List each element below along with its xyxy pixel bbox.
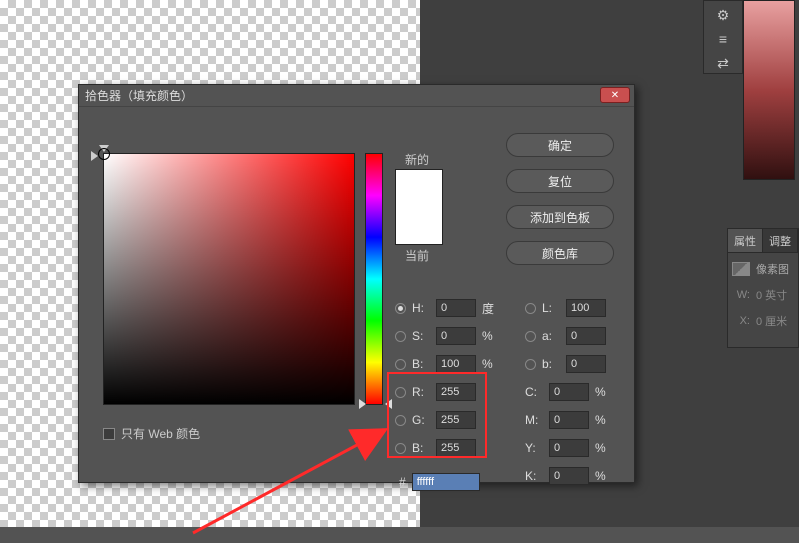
dock-icon-strip: ⚙ ≡ ⇄	[703, 0, 743, 74]
unit-h: 度	[482, 300, 498, 317]
saturation-value-field[interactable]	[103, 153, 355, 405]
swatch-new-color	[396, 170, 442, 207]
label-g: G:	[412, 413, 430, 427]
label-m: M:	[525, 413, 543, 427]
dialog-button-column: 确定 复位 添加到色板 颜色库	[506, 133, 614, 265]
label-b-lab: b:	[542, 357, 560, 371]
input-b-lab[interactable]	[566, 355, 606, 373]
ok-button[interactable]: 确定	[506, 133, 614, 157]
swatch-current-label: 当前	[405, 247, 429, 264]
hue-strip[interactable]	[365, 153, 383, 405]
radio-b-rgb[interactable]	[395, 443, 406, 454]
radio-g[interactable]	[395, 415, 406, 426]
properties-panel-tabs: 属性 调整	[727, 228, 799, 254]
input-a[interactable]	[566, 327, 606, 345]
radio-r[interactable]	[395, 387, 406, 398]
input-m[interactable]	[549, 411, 589, 429]
radio-b-lab[interactable]	[525, 359, 536, 370]
color-swatch-box	[395, 169, 443, 245]
unit-c: %	[595, 385, 611, 399]
field-indicator-left	[91, 151, 98, 161]
histogram-icon[interactable]: ≡	[711, 29, 735, 49]
properties-panel: 像素图 W: 0 英寸 X: 0 厘米	[727, 252, 799, 348]
brush-settings-icon[interactable]: ⚙	[711, 5, 735, 25]
close-icon: ✕	[611, 90, 619, 101]
gradient-preview-swatch	[743, 0, 795, 180]
tab-properties[interactable]: 属性	[728, 229, 763, 253]
label-b-hsb: B:	[412, 357, 430, 371]
x-label: X:	[732, 315, 750, 327]
input-s[interactable]	[436, 327, 476, 345]
width-value: 0 英寸	[756, 287, 787, 303]
reset-button[interactable]: 复位	[506, 169, 614, 193]
field-cursor[interactable]	[98, 148, 110, 160]
label-a: a:	[542, 329, 560, 343]
color-picker-dialog: 拾色器（填充颜色） ✕ 新的 当前 确定 复位 添加到色板 颜色库	[78, 84, 635, 483]
label-y: Y:	[525, 441, 543, 455]
web-colors-row: 只有 Web 颜色	[103, 425, 200, 442]
close-button[interactable]: ✕	[600, 87, 630, 103]
adjustments-icon[interactable]: ⇄	[711, 53, 735, 73]
dialog-titlebar[interactable]: 拾色器（填充颜色） ✕	[79, 85, 634, 107]
unit-b-hsb: %	[482, 357, 498, 371]
hue-indicator-left	[359, 399, 366, 409]
label-r: R:	[412, 385, 430, 399]
width-label: W:	[732, 289, 750, 301]
swatch-new-label: 新的	[405, 151, 429, 168]
web-colors-checkbox[interactable]	[103, 428, 115, 440]
unit-k: %	[595, 469, 611, 483]
input-b-hsb[interactable]	[436, 355, 476, 373]
unit-y: %	[595, 441, 611, 455]
x-value: 0 厘米	[756, 313, 787, 329]
radio-b-hsb[interactable]	[395, 359, 406, 370]
label-k: K:	[525, 469, 543, 483]
radio-s[interactable]	[395, 331, 406, 342]
input-l[interactable]	[566, 299, 606, 317]
label-s: S:	[412, 329, 430, 343]
color-library-button[interactable]: 颜色库	[506, 241, 614, 265]
pixel-layer-icon	[732, 262, 750, 276]
input-b-rgb[interactable]	[436, 439, 476, 457]
label-h: H:	[412, 301, 430, 315]
input-k[interactable]	[549, 467, 589, 485]
input-h[interactable]	[436, 299, 476, 317]
dialog-body: 新的 当前 确定 复位 添加到色板 颜色库 H: 度 S:	[79, 107, 634, 482]
hex-input[interactable]	[412, 473, 480, 491]
pixel-layer-label: 像素图	[756, 261, 789, 277]
input-g[interactable]	[436, 411, 476, 429]
dialog-title: 拾色器（填充颜色）	[85, 87, 193, 104]
label-b-rgb: B:	[412, 441, 430, 455]
label-c: C:	[525, 385, 543, 399]
hex-hash-label: #	[399, 475, 406, 489]
web-colors-label: 只有 Web 颜色	[121, 425, 200, 442]
hue-indicator-right	[385, 399, 392, 409]
input-r[interactable]	[436, 383, 476, 401]
input-y[interactable]	[549, 439, 589, 457]
input-c[interactable]	[549, 383, 589, 401]
tab-adjustments[interactable]: 调整	[763, 229, 798, 253]
radio-h[interactable]	[395, 303, 406, 314]
swatch-current-color[interactable]	[396, 207, 442, 244]
add-swatches-button[interactable]: 添加到色板	[506, 205, 614, 229]
unit-m: %	[595, 413, 611, 427]
hex-row: #	[399, 473, 480, 491]
unit-s: %	[482, 329, 498, 343]
radio-a[interactable]	[525, 331, 536, 342]
label-l: L:	[542, 301, 560, 315]
radio-l[interactable]	[525, 303, 536, 314]
